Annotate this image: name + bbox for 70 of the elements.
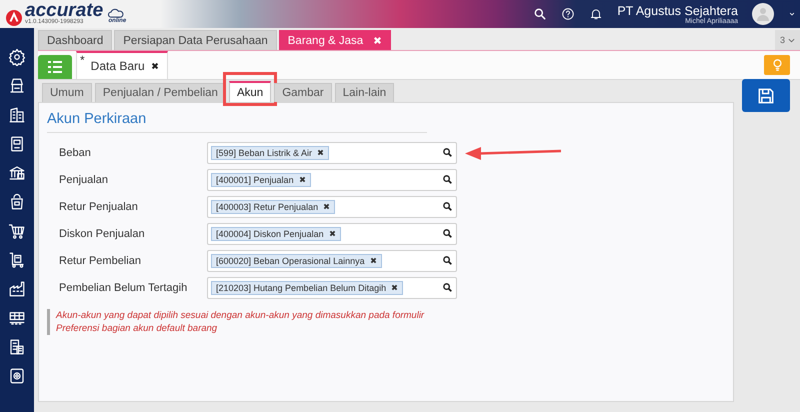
brand-name: accurate	[25, 2, 104, 19]
document-icon[interactable]	[8, 338, 26, 356]
search-icon[interactable]	[443, 148, 452, 157]
account-tag: [600020] Beban Operasional Lainnya	[211, 254, 382, 268]
save-icon	[756, 86, 776, 106]
account-field[interactable]: [210203] Hutang Pembelian Belum Ditagih	[207, 276, 457, 298]
help-icon[interactable]	[561, 7, 576, 21]
form-section-tab[interactable]: Akun	[228, 81, 272, 102]
document-tab[interactable]: Persiapan Data Perusahaan	[114, 30, 277, 50]
form-section-tab[interactable]: Umum	[42, 83, 92, 102]
form-section-tab[interactable]: Gambar	[274, 83, 332, 102]
account-field[interactable]: [400003] Retur Penjualan	[207, 196, 457, 218]
bell-icon[interactable]	[589, 7, 604, 21]
search-icon[interactable]	[533, 7, 548, 21]
trolley-icon[interactable]	[8, 251, 26, 269]
document-tab[interactable]: Barang & Jasa	[278, 30, 392, 50]
form-section-tab[interactable]: Lain-lain	[334, 83, 394, 102]
search-icon[interactable]	[443, 283, 452, 292]
book-icon[interactable]	[8, 135, 26, 153]
remove-icon[interactable]	[317, 149, 324, 156]
account-tag: [400003] Retur Penjualan	[211, 200, 336, 214]
search-icon[interactable]	[443, 202, 452, 211]
account-tag: [599] Beban Listrik & Air	[211, 146, 330, 160]
badge-icon[interactable]	[8, 367, 26, 385]
remove-icon[interactable]	[328, 230, 336, 237]
close-icon[interactable]	[150, 62, 159, 70]
account-tag: [400004] Diskon Penjualan	[211, 226, 341, 240]
store-icon[interactable]	[8, 77, 26, 95]
field-label: Penjualan	[59, 174, 109, 186]
account-tag: [210203] Hutang Pembelian Belum Ditagih	[211, 280, 404, 294]
search-icon[interactable]	[443, 175, 452, 184]
remove-icon[interactable]	[323, 203, 330, 210]
cloud-icon	[106, 8, 126, 18]
field-label: Retur Penjualan	[59, 200, 139, 212]
list-icon	[48, 61, 62, 73]
grid-icon[interactable]	[8, 309, 26, 327]
lightbulb-icon	[772, 59, 782, 71]
field-label: Beban	[59, 146, 92, 158]
tab-overflow-button[interactable]: 3	[774, 30, 800, 50]
remove-icon[interactable]	[370, 257, 377, 264]
form-tab[interactable]: * Data Baru	[76, 51, 168, 79]
note-text: Akun-akun yang dapat dipilih sesuai dengan akun-akun yang dimasukkan pada formulir Preferensi bagian akun default barang	[47, 309, 456, 335]
cart-icon[interactable]	[8, 222, 26, 240]
account-field[interactable]: [400004] Diskon Penjualan	[207, 222, 457, 244]
building-icon[interactable]	[8, 106, 26, 124]
account-tag: [400001] Penjualan	[211, 172, 311, 186]
field-label: Retur Pembelian	[59, 254, 142, 266]
caret-icon[interactable]	[788, 10, 796, 18]
section-title: Akun Perkiraan	[47, 111, 427, 133]
search-icon[interactable]	[443, 256, 452, 265]
account-field[interactable]: [400001] Penjualan	[207, 168, 457, 190]
form-section-tab[interactable]: Penjualan / Pembelian	[94, 83, 226, 102]
caret-icon	[788, 38, 795, 42]
gear-icon[interactable]	[8, 48, 26, 66]
field-label: Pembelian Belum Tertagih	[59, 282, 188, 294]
remove-icon[interactable]	[298, 176, 306, 183]
bag-icon[interactable]	[8, 193, 26, 211]
bank-icon[interactable]	[8, 164, 26, 182]
avatar[interactable]	[752, 3, 774, 25]
document-tab[interactable]: Dashboard	[38, 30, 112, 50]
save-button[interactable]	[742, 79, 790, 112]
search-icon[interactable]	[443, 229, 452, 238]
company-name: PT Agustus Sejahtera	[617, 4, 738, 18]
field-label: Diskon Penjualan	[59, 228, 146, 240]
account-field[interactable]: [599] Beban Listrik & Air	[207, 142, 457, 164]
factory-icon[interactable]	[8, 280, 26, 298]
list-button[interactable]	[38, 55, 72, 79]
logo-icon	[6, 10, 22, 26]
remove-icon[interactable]	[391, 284, 398, 291]
account-field[interactable]: [600020] Beban Operasional Lainnya	[207, 250, 457, 272]
